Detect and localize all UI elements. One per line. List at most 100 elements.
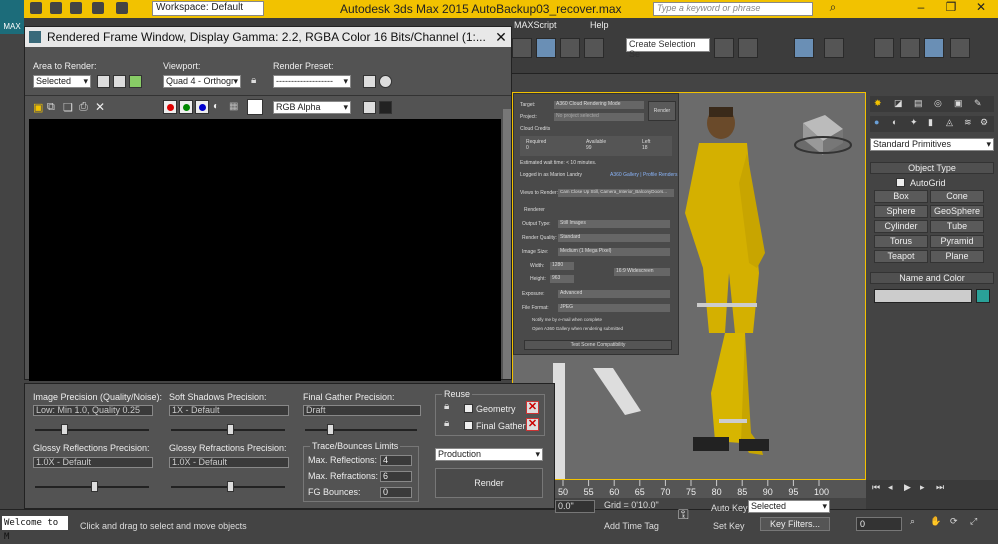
- cylinder-button[interactable]: Cylinder: [874, 220, 928, 233]
- workspace-dropdown[interactable]: Workspace: Default: [152, 1, 264, 16]
- autogrid-checkbox[interactable]: [896, 178, 905, 187]
- tube-button[interactable]: Tube: [930, 220, 984, 233]
- render-setup-icon-rfw[interactable]: [363, 75, 376, 88]
- systems-icon[interactable]: ⚙: [980, 117, 988, 128]
- teapot-button[interactable]: Teapot: [874, 250, 928, 263]
- image-precision-slider[interactable]: [35, 424, 149, 435]
- edit-region-icon[interactable]: [97, 75, 110, 88]
- final-gather-slider[interactable]: [305, 424, 417, 435]
- add-time-tag[interactable]: Add Time Tag: [604, 521, 659, 531]
- final-gather-checkbox[interactable]: [464, 421, 473, 430]
- primitive-category-select[interactable]: Standard Primitives: [870, 138, 994, 151]
- key-icon[interactable]: ⚿: [678, 506, 689, 523]
- max-reflections-spinner[interactable]: 4: [380, 455, 412, 466]
- print-icon[interactable]: ⎙: [79, 101, 88, 114]
- auto-key-button[interactable]: Auto Key: [711, 503, 748, 513]
- geometry-icon[interactable]: ●: [874, 117, 879, 127]
- rfw-close-button[interactable]: ✕: [493, 29, 509, 45]
- lock-viewport-icon[interactable]: 🔒︎: [251, 75, 256, 86]
- timeline[interactable]: 50 55 60 65 70 75 80 85 90 95 100: [555, 480, 866, 498]
- render-frame-icon[interactable]: [924, 38, 944, 58]
- clear-geometry-icon[interactable]: ✕: [526, 401, 539, 414]
- maximize-viewport-icon[interactable]: ⤢: [970, 516, 977, 527]
- pan-icon[interactable]: ✋: [930, 516, 941, 527]
- display-tab-icon[interactable]: ▣: [954, 98, 963, 109]
- material-editor-icon[interactable]: [874, 38, 894, 58]
- select-rotate-icon[interactable]: [536, 38, 556, 58]
- sphere-button[interactable]: Sphere: [874, 205, 928, 218]
- prev-frame-icon[interactable]: ◂: [888, 482, 893, 493]
- display-channel-select[interactable]: RGB Alpha: [273, 101, 351, 114]
- new-icon[interactable]: [30, 2, 42, 14]
- clear-final-gather-icon[interactable]: ✕: [526, 418, 539, 431]
- green-channel-button[interactable]: [179, 100, 193, 114]
- copy-image-icon[interactable]: ⧉: [47, 101, 55, 114]
- area-to-render-select[interactable]: Selected: [33, 75, 91, 88]
- rfw-scrollbar[interactable]: [503, 109, 511, 379]
- save-image-icon[interactable]: ▣: [33, 101, 43, 114]
- clone-window-icon[interactable]: ❏: [63, 101, 73, 114]
- current-frame-field[interactable]: 0: [856, 517, 902, 531]
- curve-editor-icon[interactable]: [824, 38, 844, 58]
- create-tab-icon[interactable]: ✸: [874, 98, 882, 109]
- box-button[interactable]: Box: [874, 190, 928, 203]
- soft-shadows-slider[interactable]: [171, 424, 285, 435]
- next-frame-icon[interactable]: ▸: [920, 482, 925, 493]
- utilities-tab-icon[interactable]: ✎: [974, 98, 982, 109]
- hierarchy-tab-icon[interactable]: ▤: [914, 98, 923, 109]
- save-icon[interactable]: [70, 2, 82, 14]
- viewport-select[interactable]: Quad 4 - Orthogr: [163, 75, 241, 88]
- glossy-reflections-slider[interactable]: [35, 481, 149, 492]
- layer-manager-icon[interactable]: [794, 38, 814, 58]
- maximize-button[interactable]: ❐: [936, 0, 966, 18]
- shapes-icon[interactable]: ◐: [892, 117, 897, 127]
- play-icon[interactable]: ▶: [904, 482, 911, 493]
- red-channel-button[interactable]: [163, 100, 177, 114]
- mirror-icon[interactable]: [714, 38, 734, 58]
- goto-end-icon[interactable]: ⏭: [936, 482, 944, 493]
- key-mode-select[interactable]: Selected: [748, 500, 830, 513]
- orbit-icon[interactable]: ⟳: [950, 516, 958, 527]
- spacewarps-icon[interactable]: ≋: [964, 117, 972, 128]
- render-setup-icon[interactable]: [900, 38, 920, 58]
- toggle-ui-overlay-icon[interactable]: [363, 101, 376, 114]
- search-icon[interactable]: ⌕: [818, 0, 848, 18]
- render-mode-select[interactable]: Production: [435, 448, 543, 461]
- align-icon[interactable]: [738, 38, 758, 58]
- motion-tab-icon[interactable]: ◎: [934, 98, 942, 109]
- name-color-rollout[interactable]: Name and Color: [870, 272, 994, 284]
- redo-icon[interactable]: [116, 2, 128, 14]
- environment-effects-icon[interactable]: [379, 75, 392, 88]
- torus-button[interactable]: Torus: [874, 235, 928, 248]
- blue-channel-button[interactable]: [195, 100, 209, 114]
- object-name-field[interactable]: [874, 289, 972, 303]
- geometry-checkbox[interactable]: [464, 404, 473, 413]
- toggle-ui-icon[interactable]: [379, 101, 392, 114]
- auto-region-icon[interactable]: [113, 75, 126, 88]
- key-filters-button[interactable]: Key Filters...: [760, 517, 830, 531]
- search-input[interactable]: Type a keyword or phrase: [653, 2, 813, 16]
- helpers-icon[interactable]: ◬: [946, 117, 953, 128]
- object-type-rollout[interactable]: Object Type: [870, 162, 994, 174]
- perspective-viewport[interactable]: Target: A360 Cloud Rendering Mode Render…: [512, 92, 866, 480]
- open-icon[interactable]: [50, 2, 62, 14]
- maxscript-listener[interactable]: Welcome to M: [2, 516, 68, 542]
- set-key-button[interactable]: Set Key: [713, 521, 745, 531]
- swatch-color[interactable]: [247, 99, 263, 115]
- fg-bounces-spinner[interactable]: 0: [380, 487, 412, 498]
- named-selection-set[interactable]: Create Selection Se: [626, 38, 710, 59]
- undo-icon[interactable]: [92, 2, 104, 14]
- render-button[interactable]: Render: [435, 468, 543, 498]
- max-refractions-spinner[interactable]: 6: [380, 471, 412, 482]
- render-output-canvas[interactable]: [29, 119, 501, 381]
- glossy-refractions-slider[interactable]: [171, 481, 285, 492]
- object-color-swatch[interactable]: [976, 289, 990, 303]
- alpha-channel-icon[interactable]: ◐: [213, 101, 219, 112]
- plane-button[interactable]: Plane: [930, 250, 984, 263]
- cone-button[interactable]: Cone: [930, 190, 984, 203]
- clear-icon[interactable]: ✕: [95, 100, 105, 114]
- goto-start-icon[interactable]: ⏮: [872, 482, 880, 493]
- menu-help[interactable]: Help: [590, 20, 609, 30]
- close-button[interactable]: ✕: [966, 0, 996, 18]
- minimize-button[interactable]: –: [906, 0, 936, 18]
